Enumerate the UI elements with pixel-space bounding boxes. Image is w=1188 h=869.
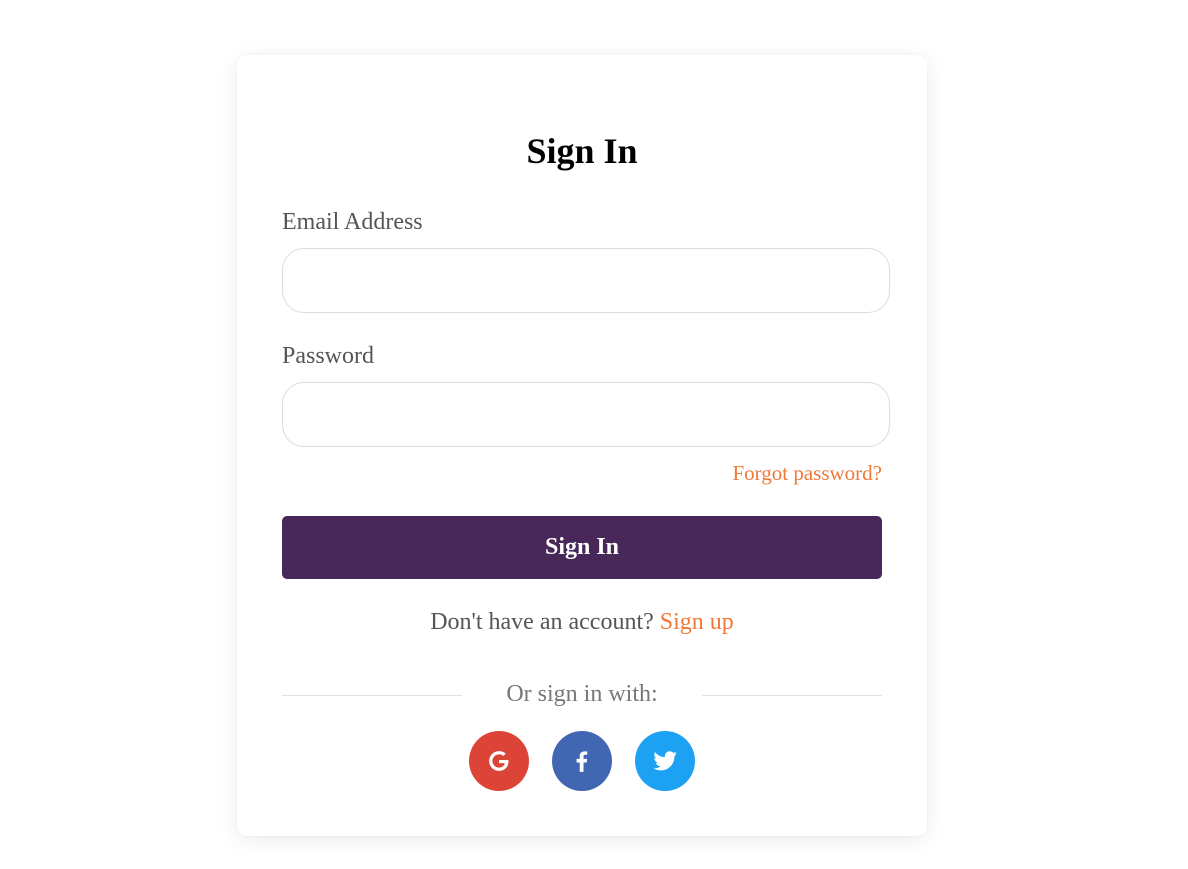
social-login-buttons [237, 731, 927, 791]
signup-prompt: Don't have an account? Sign up [237, 607, 927, 637]
facebook-login-button[interactable] [552, 731, 612, 791]
divider-right [702, 695, 882, 696]
facebook-icon [576, 751, 588, 772]
password-field[interactable] [282, 382, 890, 447]
google-login-button[interactable] [469, 731, 529, 791]
google-icon [489, 751, 510, 771]
twitter-icon [653, 751, 677, 771]
email-field[interactable] [282, 248, 890, 313]
sign-in-button[interactable]: Sign In [282, 516, 882, 579]
sign-up-link[interactable]: Sign up [660, 609, 734, 635]
social-divider-text: Or sign in with: [506, 681, 658, 707]
twitter-login-button[interactable] [635, 731, 695, 791]
email-label: Email Address [282, 209, 423, 235]
page-title: Sign In [526, 131, 638, 171]
forgot-password-link[interactable]: Forgot password? [732, 460, 882, 486]
password-label: Password [282, 343, 375, 369]
signup-prompt-text: Don't have an account? [430, 609, 654, 635]
sign-in-card: Sign In Email Address Password Forgot pa… [237, 55, 927, 836]
